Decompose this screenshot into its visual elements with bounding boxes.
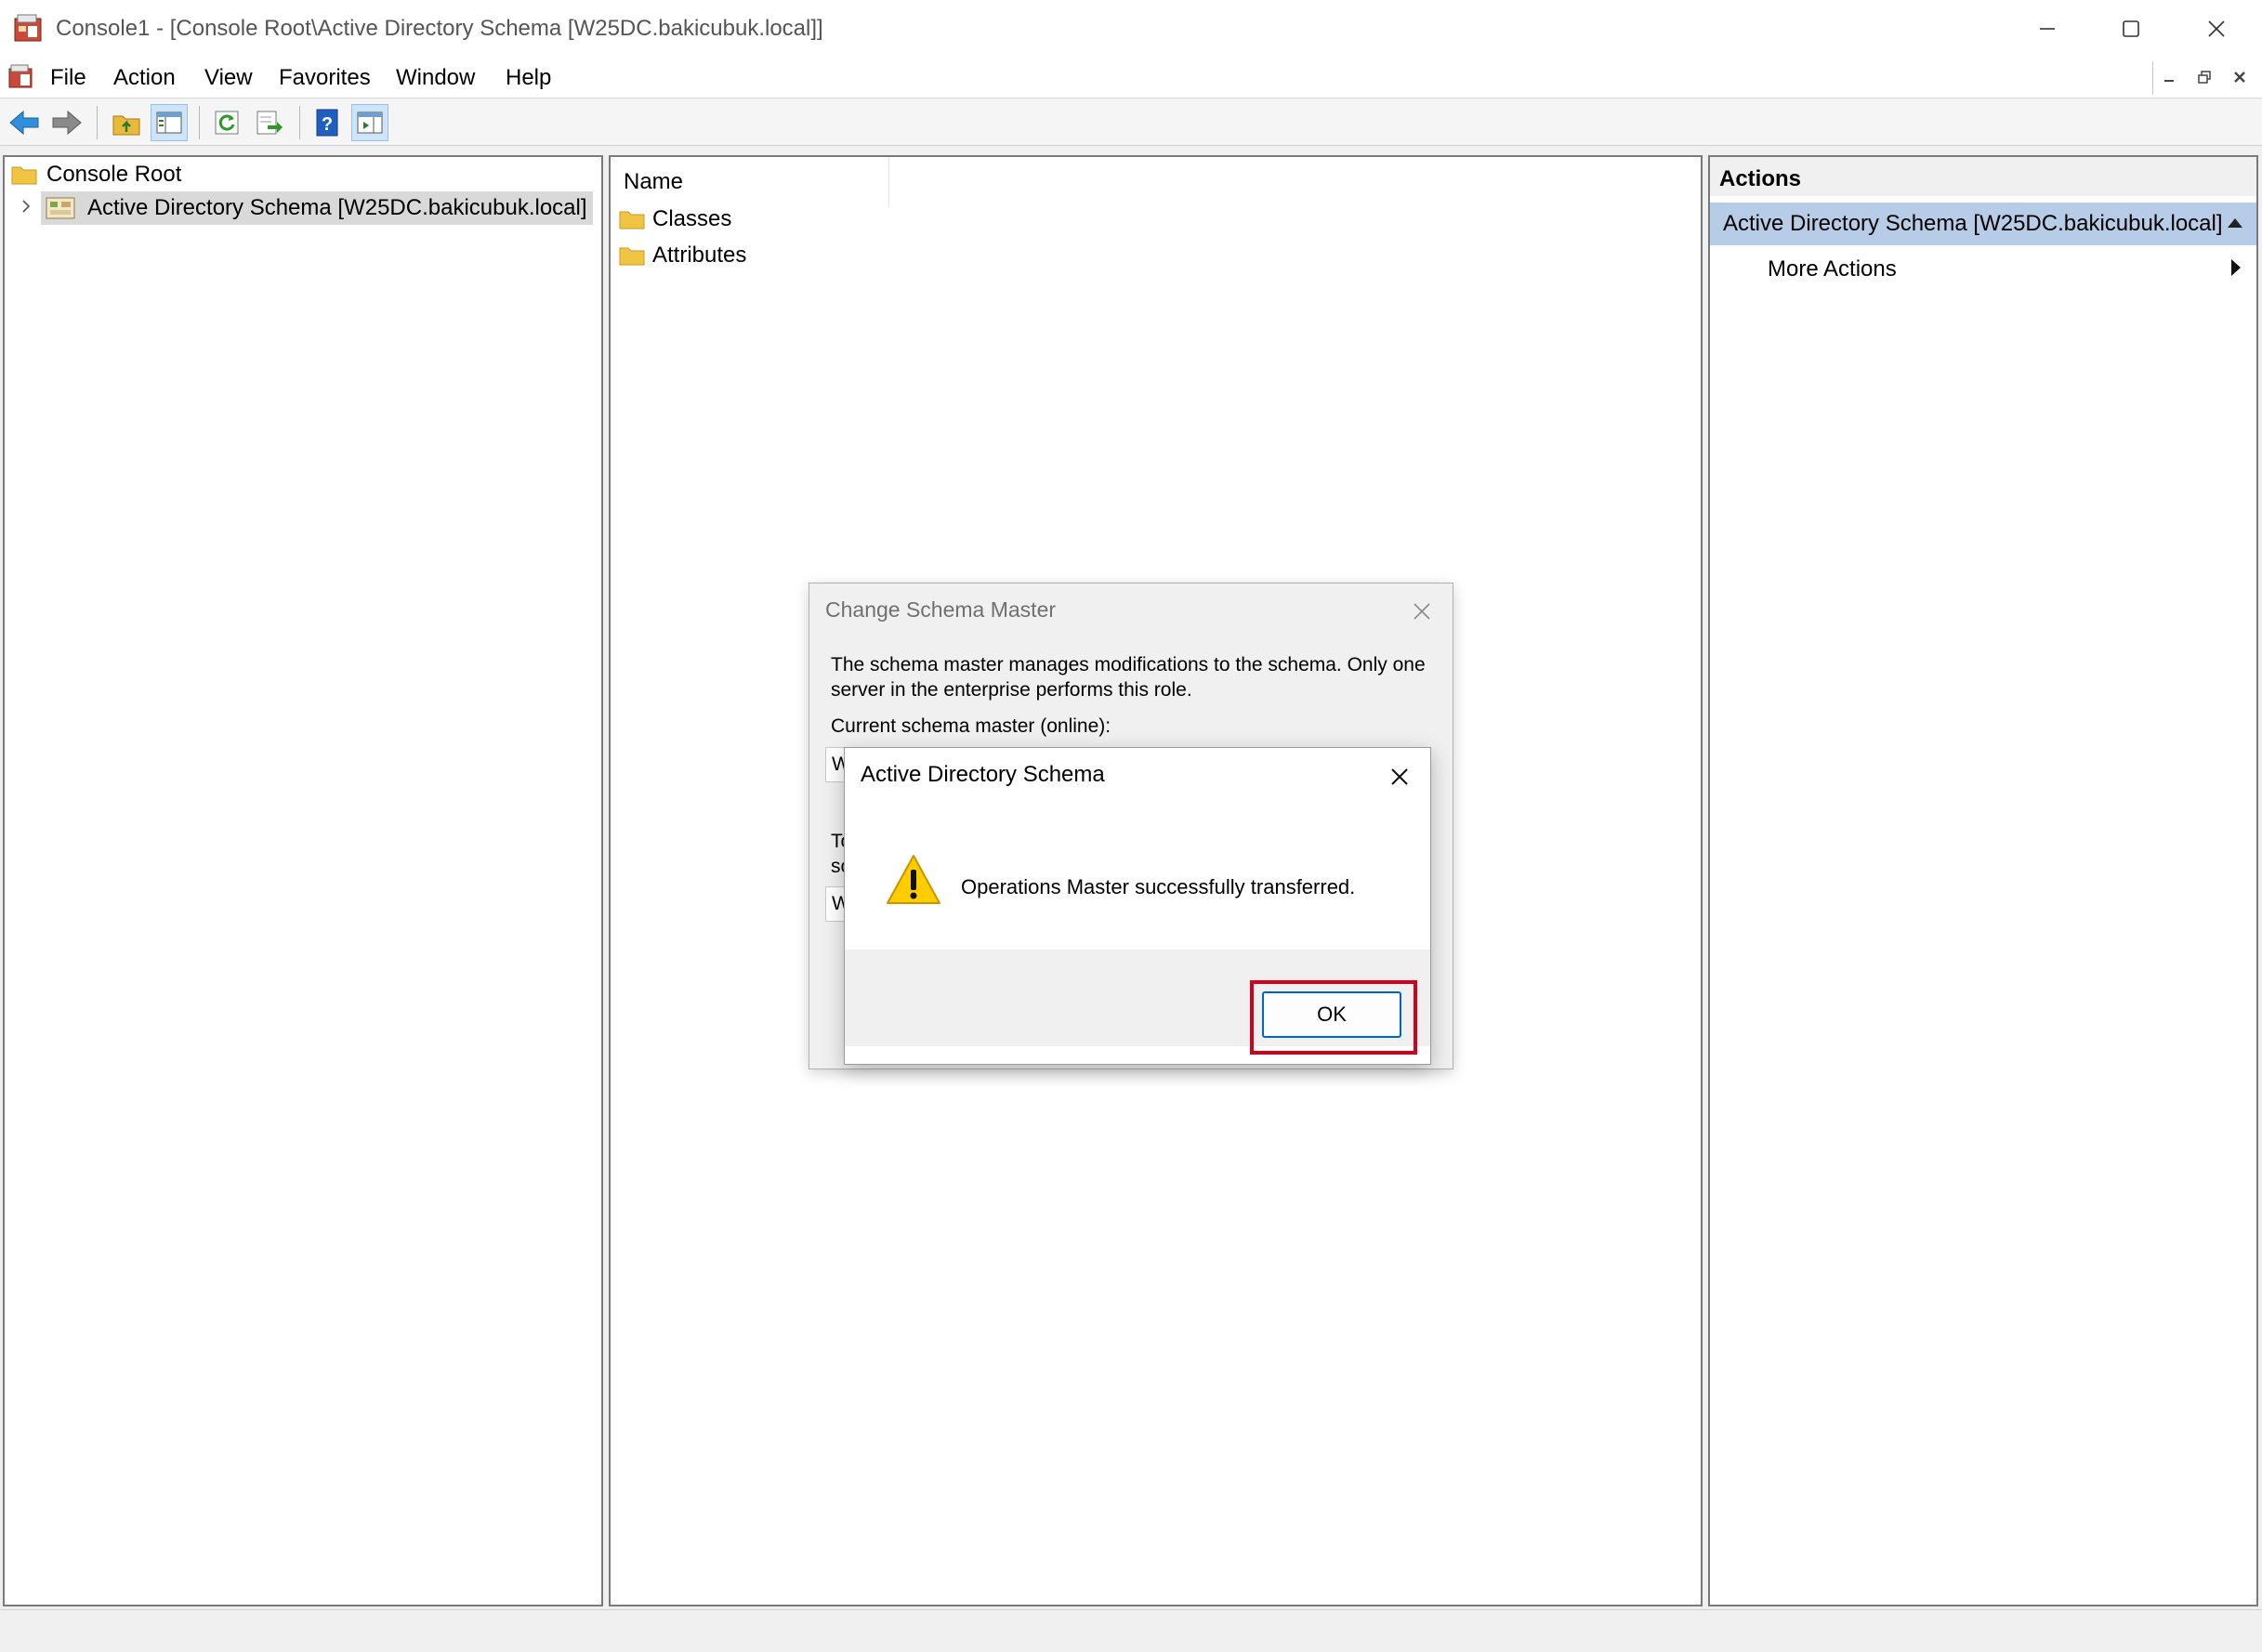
list-item-label: Attributes [652, 243, 747, 268]
folder-icon [11, 166, 37, 185]
actions-section-header[interactable]: Active Directory Schema [W25DC.bakicubuk… [1710, 203, 2256, 245]
svg-text:?: ? [322, 114, 333, 135]
actions-header: Actions [1710, 157, 2256, 196]
tree-node-console-root[interactable]: Console Root [11, 158, 181, 191]
dialog-title: Change Schema Master [825, 597, 1057, 622]
minimize-icon [2040, 28, 2055, 30]
tree-node-active-directory-schema[interactable]: Active Directory Schema [W25DC.bakicubuk… [41, 191, 593, 225]
menu-window[interactable]: Window [392, 58, 479, 98]
mmc-app-icon[interactable] [13, 13, 45, 45]
console-document-icon[interactable] [7, 63, 35, 91]
list-item-attributes[interactable]: Attributes [619, 239, 746, 272]
back-arrow-icon [9, 110, 39, 136]
menu-view[interactable]: View [201, 58, 256, 98]
actions-section-title: Active Directory Schema [W25DC.bakicubuk… [1723, 211, 2223, 236]
close-icon [2208, 20, 2225, 37]
message-text: Operations Master successfully transferr… [961, 875, 1356, 898]
refresh-icon [215, 111, 239, 135]
column-header-name[interactable]: Name [611, 157, 889, 207]
mdi-separator [2152, 61, 2153, 95]
close-window-button[interactable] [2175, 0, 2258, 58]
menu-action[interactable]: Action [110, 58, 179, 98]
child-close-button[interactable] [2227, 65, 2253, 89]
maximize-button[interactable] [2089, 0, 2173, 58]
current-master-label: Current schema master (online): [831, 715, 1111, 737]
menu-help[interactable]: Help [502, 58, 555, 98]
toolbar-separator [299, 106, 300, 139]
submenu-arrow [2229, 256, 2243, 279]
maximize-icon [2123, 20, 2139, 37]
menu-file[interactable]: File [46, 58, 90, 98]
tree-label-active-directory-schema: Active Directory Schema [W25DC.bakicubuk… [87, 195, 587, 220]
list-item-label: Classes [652, 206, 732, 231]
triangle-up-icon [2228, 218, 2242, 228]
show-hide-action-pane-icon [357, 111, 383, 134]
minimize-button[interactable] [2006, 0, 2089, 58]
schema-master-description: The schema master manages modifications … [831, 654, 1426, 701]
ok-button[interactable]: OK [1262, 991, 1401, 1038]
back-button[interactable] [6, 104, 43, 141]
up-folder-icon [112, 115, 140, 136]
forward-button[interactable] [48, 104, 85, 141]
child-minimize-button[interactable] [2156, 65, 2182, 89]
message-box-title: Active Directory Schema [861, 762, 1105, 787]
actions-pane [1708, 155, 2258, 1606]
refresh-button[interactable] [208, 104, 245, 141]
help-button[interactable]: ? [309, 104, 346, 141]
console-tree-pane[interactable] [3, 155, 603, 1606]
child-restore-button[interactable] [2191, 65, 2217, 89]
close-icon [1414, 603, 1430, 620]
toolbar-separator [97, 106, 98, 139]
chevron-right-icon [22, 200, 31, 213]
toolbar-separator [199, 106, 200, 139]
folder-icon [619, 211, 645, 229]
warning-icon [885, 853, 942, 907]
show-hide-console-tree-button[interactable] [151, 104, 188, 141]
folder-icon [619, 247, 645, 266]
forward-arrow-icon [52, 110, 82, 136]
export-list-button[interactable] [251, 104, 288, 141]
dialog-close-button[interactable] [1405, 595, 1439, 628]
minimize-icon [2164, 80, 2174, 82]
collapse-section-button[interactable] [2225, 214, 2245, 232]
menu-favorites[interactable]: Favorites [275, 58, 375, 98]
show-hide-tree-icon [156, 111, 182, 134]
up-one-level-button[interactable] [108, 104, 145, 141]
status-bar [0, 1609, 2262, 1652]
more-actions-item[interactable]: More Actions [1768, 253, 1897, 286]
schema-snapin-icon [46, 197, 75, 219]
message-box-close-button[interactable] [1381, 758, 1418, 795]
restore-icon [2198, 71, 2211, 84]
tree-label-console-root: Console Root [46, 162, 182, 187]
help-icon: ? [316, 109, 338, 137]
export-list-icon [256, 111, 283, 135]
triangle-right-icon [2231, 259, 2241, 276]
close-icon [2234, 72, 2245, 83]
list-item-classes[interactable]: Classes [619, 203, 731, 236]
tree-expand-chevron[interactable] [17, 197, 35, 216]
show-hide-action-pane-button[interactable] [351, 104, 388, 141]
window-title: Console1 - [Console Root\Active Director… [56, 16, 823, 41]
close-icon [1391, 768, 1408, 785]
